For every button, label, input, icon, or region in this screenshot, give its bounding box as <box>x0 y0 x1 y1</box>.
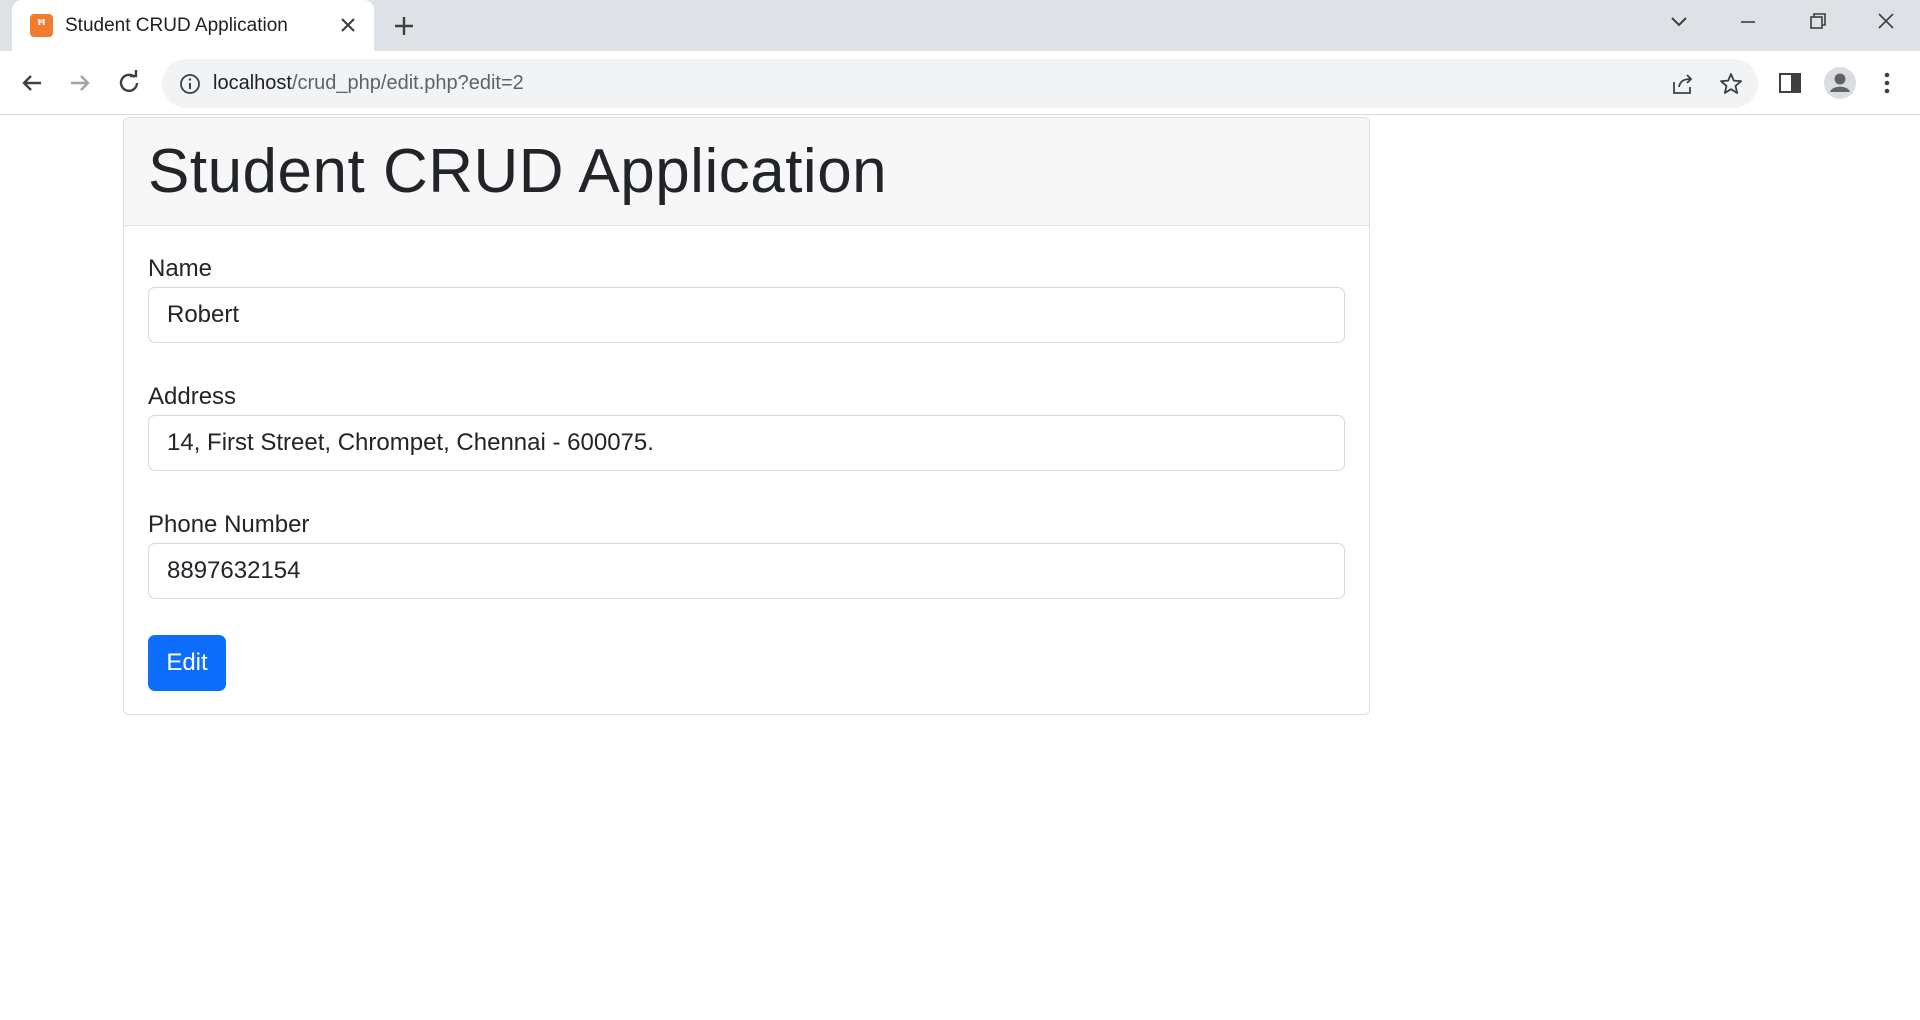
tab-strip: ꟸ Student CRUD Application <box>0 0 1920 51</box>
restore-icon[interactable] <box>1800 8 1834 36</box>
minimize-icon[interactable] <box>1731 8 1765 36</box>
new-tab-icon[interactable] <box>390 12 418 40</box>
side-panel-icon[interactable] <box>1776 69 1804 97</box>
profile-avatar-icon[interactable] <box>1823 66 1857 100</box>
name-input[interactable]: Robert <box>148 287 1345 343</box>
edit-student-card: Student CRUD Application Name Robert Add… <box>123 117 1370 715</box>
close-window-icon[interactable] <box>1869 8 1903 36</box>
browser-toolbar: localhost/crud_php/edit.php?edit=2 <box>0 51 1920 115</box>
name-label: Name <box>148 255 213 282</box>
card-header: Student CRUD Application <box>124 118 1369 226</box>
menu-kebab-icon[interactable] <box>1873 69 1901 97</box>
url-host: localhost <box>213 72 292 94</box>
tab-title: Student CRUD Application <box>65 15 288 36</box>
tab-search-chevron-icon[interactable] <box>1662 8 1696 36</box>
address-bar[interactable]: localhost/crud_php/edit.php?edit=2 <box>162 59 1758 108</box>
phone-number-input[interactable]: 8897632154 <box>148 543 1345 599</box>
address-input[interactable]: 14, First Street, Chrompet, Chennai - 60… <box>148 415 1345 471</box>
phone-number-label: Phone Number <box>148 511 310 538</box>
site-info-icon[interactable] <box>178 72 202 96</box>
back-icon[interactable] <box>16 67 48 99</box>
forward-icon[interactable] <box>64 67 96 99</box>
edit-button[interactable]: Edit <box>148 635 226 691</box>
share-icon[interactable] <box>1670 71 1696 97</box>
reload-icon[interactable] <box>113 67 145 99</box>
xampp-favicon-icon: ꟸ <box>30 14 53 37</box>
url-text[interactable]: localhost/crud_php/edit.php?edit=2 <box>213 72 524 95</box>
url-path: /crud_php/edit.php?edit=2 <box>291 72 524 94</box>
address-label: Address <box>148 383 237 410</box>
bookmark-star-icon[interactable] <box>1718 71 1744 97</box>
close-tab-icon[interactable] <box>335 12 361 38</box>
browser-tab[interactable]: ꟸ Student CRUD Application <box>12 0 374 51</box>
page-title: Student CRUD Application <box>148 137 888 206</box>
